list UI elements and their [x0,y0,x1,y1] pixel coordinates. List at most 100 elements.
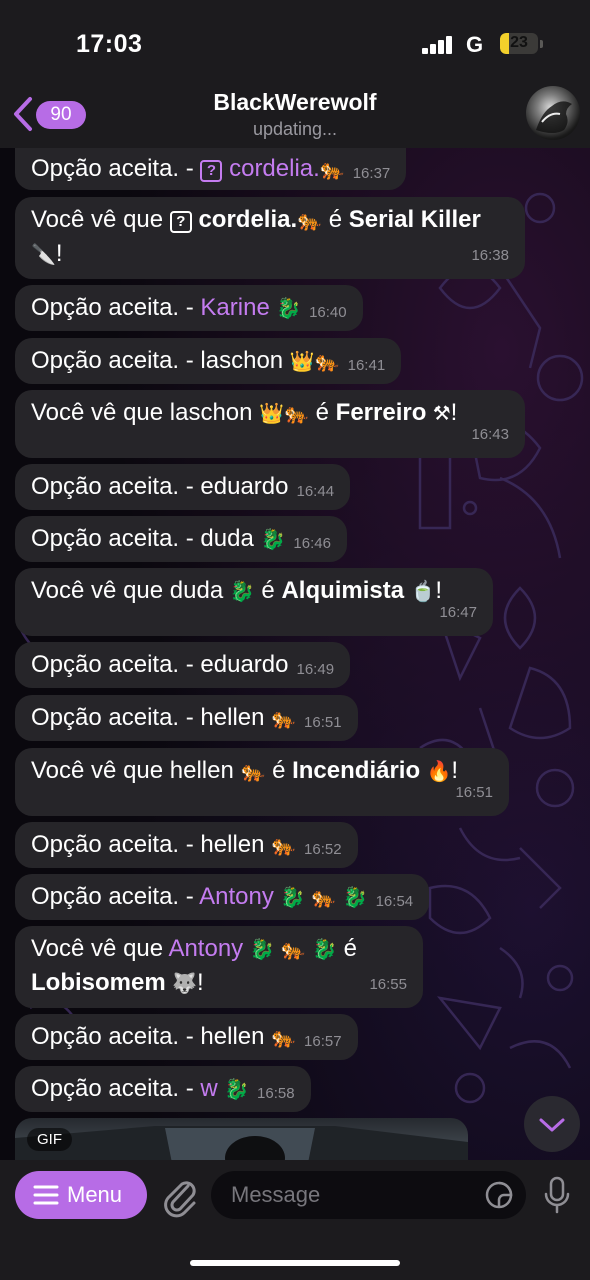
message-text: ! [450,399,458,426]
message-bubble[interactable]: Você vê que laschon 👑🐅 é Ferreiro ⚒! 16:… [15,390,525,458]
message-bubble[interactable]: Opção aceita. - eduardo 16:44 [15,464,351,510]
message-time: 16:47 [439,604,477,621]
message-text: Opção aceita. - hellen [31,1023,272,1050]
message-time: 16:41 [347,357,386,374]
tiger-emoji: 🐅 [271,706,297,730]
message-text: Opção aceita. - duda [31,525,261,552]
mention-link[interactable]: cordelia. [222,155,320,182]
message-text: é [322,206,349,233]
role-name: Lobisomem [31,969,166,996]
role-name: Incendiário [292,757,421,784]
battery-percent: 23 [510,34,528,51]
question-box-icon: ? [200,160,223,182]
status-time: 17:03 [76,30,143,58]
mention-link[interactable]: Antony [199,883,274,910]
message-text: é [265,757,293,784]
dragon-emoji: 🐉 [269,296,302,320]
message-text: é [254,577,282,604]
dragon-emoji: 🐉 [229,579,255,603]
message-bubble[interactable]: Opção aceita. - Antony 🐉 🐅 🐉 16:54 [15,874,430,920]
message-time: 16:44 [296,483,335,500]
chat-avatar[interactable] [526,86,580,140]
tiger-emoji: 🐅 [297,208,323,232]
fire-emoji: 🔥 [420,759,452,783]
message-text: Você vê que [31,935,169,962]
message-bubble[interactable]: Você vê que duda 🐉 é Alquimista 🍵! 16:47 [15,568,493,636]
crown-tiger-emoji: 👑🐅 [289,349,340,373]
cellular-signal-icon [422,34,454,54]
message-text: ! [55,240,63,267]
mention-link[interactable]: Karine [200,294,269,321]
battery-tip [540,40,543,48]
menu-button[interactable]: Menu [15,1171,147,1219]
message-time: 16:51 [304,714,342,731]
microphone-icon [544,1176,570,1214]
crown-tiger-emoji: 👑🐅 [259,401,309,425]
message-text: ! [196,969,204,996]
dragon-tiger-emoji: 🐉 🐅 🐉 [243,937,337,961]
message-bubble[interactable]: Você vê que Antony 🐉 🐅 🐉 é Lobisomem 🐺! 1… [15,926,423,1008]
message-bubble[interactable]: Você vê que hellen 🐅 é Incendiário 🔥! 16… [15,748,509,816]
message-bubble[interactable]: Opção aceita. - Karine 🐉 16:40 [15,285,363,331]
chat-header: 90 BlackWerewolf updating... [0,80,590,148]
hamburger-icon [33,1185,59,1205]
chevron-down-icon [539,1118,565,1132]
message-text: Opção aceita. - [31,883,200,910]
message-bubble[interactable]: Opção aceita. - duda 🐉 16:46 [15,516,347,562]
message-text: Você vê que duda [31,577,230,604]
tiger-emoji: 🐅 [319,157,345,181]
microphone-button[interactable] [542,1174,572,1218]
message-bubble[interactable]: Opção aceita. - ? cordelia.🐅 16:37 [15,148,407,190]
message-text: é [308,399,336,426]
message-time: 16:40 [309,304,347,321]
message-text: Você vê que laschon [31,399,260,426]
dragon-tiger-emoji: 🐉 🐅 🐉 [273,885,368,909]
status-bar: 17:03 G 23 [0,0,590,80]
message-time: 16:46 [293,535,331,552]
role-name: Alquimista [281,577,405,604]
question-box-icon: ? [169,211,192,233]
message-bubble[interactable]: Você vê que ? cordelia.🐅 é Serial Killer… [15,197,525,279]
message-text: Opção aceita. - laschon [31,347,290,374]
chat-status: updating... [252,119,338,139]
attach-button[interactable] [160,1174,200,1218]
menu-label: Menu [67,1182,123,1207]
sticker-icon [485,1181,513,1209]
dragon-emoji: 🐉 [217,1077,250,1101]
input-bar: Menu [0,1160,590,1280]
message-bubble[interactable]: Opção aceita. - eduardo 16:49 [15,642,351,688]
battery-icon: 23 [500,33,538,54]
carrier-label: G [466,32,484,57]
scroll-to-bottom-button[interactable] [524,1096,580,1152]
message-bubble[interactable]: Opção aceita. - hellen 🐅 16:57 [15,1014,358,1060]
role-name: Ferreiro [335,399,427,426]
werewolf-avatar-icon [536,101,572,133]
message-input[interactable] [211,1171,526,1219]
message-time: 16:55 [369,976,407,993]
message-bubble[interactable]: Opção aceita. - laschon 👑🐅 16:41 [15,338,402,384]
message-text: Opção aceita. - eduardo [31,473,289,500]
knife-emoji: 🔪 [31,242,56,266]
mention-link[interactable]: Antony [168,935,243,962]
hammer-pick-emoji: ⚒ [426,401,451,425]
message-time: 16:43 [471,426,509,443]
message-bubble[interactable]: Opção aceita. - w 🐉 16:58 [15,1066,311,1112]
message-time: 16:57 [304,1033,342,1050]
message-time: 16:37 [352,165,391,182]
wolf-emoji: 🐺 [165,971,197,995]
sticker-button[interactable] [484,1180,514,1210]
mention-link[interactable]: w [200,1075,217,1102]
message-bubble[interactable]: Opção aceita. - hellen 🐅 16:51 [15,695,358,741]
gif-badge: GIF [27,1128,72,1151]
paperclip-icon [164,1181,196,1218]
message-text: é [336,935,357,962]
message-bubble[interactable]: Opção aceita. - hellen 🐅 16:52 [15,822,358,868]
chat-title[interactable]: BlackWerewolf [0,89,590,116]
player-name: cordelia. [191,206,298,233]
message-time: 16:52 [304,841,342,858]
message-text: Opção aceita. - [31,155,201,182]
message-text: Opção aceita. - hellen [31,831,272,858]
message-time: 16:38 [471,247,509,264]
message-text: Opção aceita. - eduardo [31,651,289,678]
message-text: Opção aceita. - hellen [31,704,272,731]
